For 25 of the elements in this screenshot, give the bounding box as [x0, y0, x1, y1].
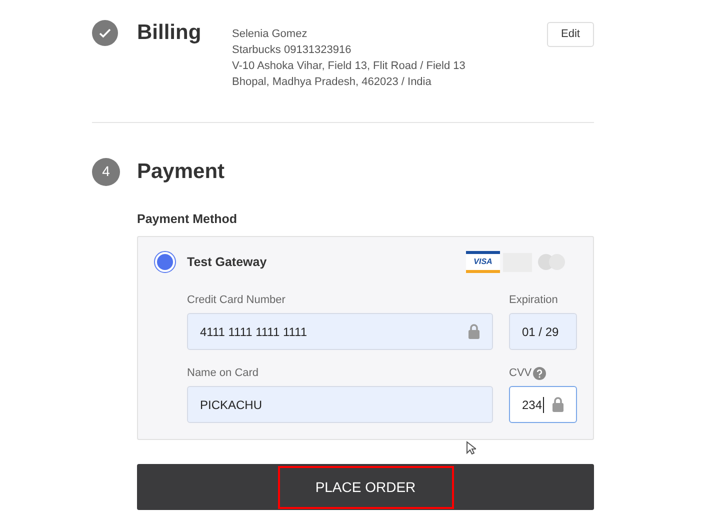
- input-field[interactable]: PICKACHU: [187, 386, 493, 424]
- card-logo-icon: [538, 254, 565, 270]
- input-field[interactable]: 4111 1111 1111 1111: [187, 313, 493, 350]
- field-label: CVV: [509, 366, 532, 381]
- edit-button[interactable]: Edit: [547, 22, 594, 47]
- section-title: Payment: [137, 159, 225, 185]
- address-line: Starbucks 09131323916: [232, 43, 352, 58]
- step-number: 4: [92, 158, 120, 186]
- gateway-name: Test Gateway: [187, 254, 267, 271]
- place-order-button[interactable]: PLACE ORDER: [137, 464, 594, 510]
- payment-method-label: Payment Method: [137, 210, 238, 228]
- help-icon[interactable]: [532, 366, 546, 380]
- input-field[interactable]: 234: [509, 386, 577, 424]
- field-label: Credit Card Number: [187, 293, 286, 308]
- address-line: Selenia Gomez: [232, 27, 308, 42]
- card-logo: VISA: [466, 251, 500, 274]
- section-title: Billing: [137, 20, 202, 46]
- lock-icon: [468, 324, 480, 340]
- field-label: Expiration: [509, 293, 558, 308]
- field-label: Name on Card: [187, 366, 259, 381]
- address-line: V-10 Ashoka Vihar, Field 13, Flit Road / Field 13: [232, 59, 466, 74]
- lock-icon: [552, 397, 564, 412]
- input-field[interactable]: 01 / 29: [509, 313, 577, 350]
- address-line: Bhopal, Madhya Pradesh, 462023 / India: [232, 75, 432, 90]
- radio-button[interactable]: [154, 251, 176, 274]
